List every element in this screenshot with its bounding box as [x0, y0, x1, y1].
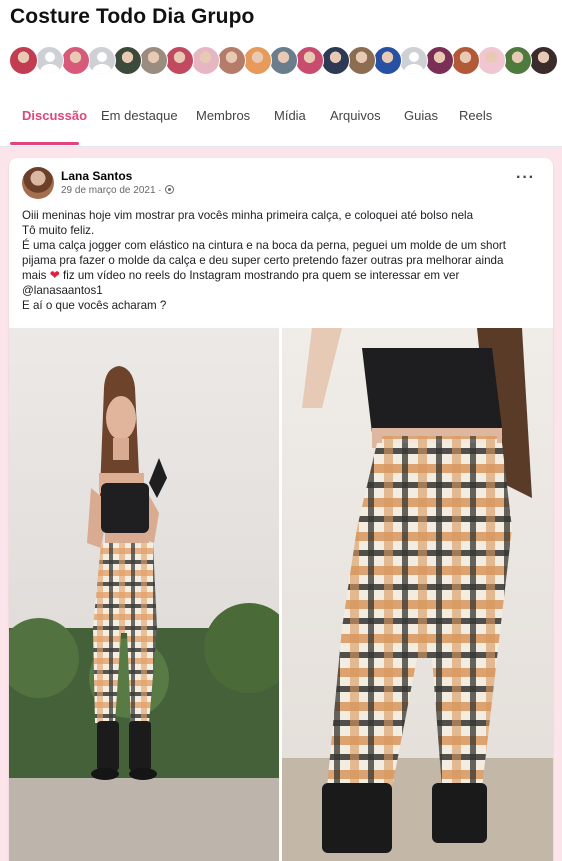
- author-name[interactable]: Lana Santos: [61, 169, 132, 183]
- tab-guides[interactable]: Guias: [404, 108, 438, 123]
- post-photo-front[interactable]: [9, 328, 279, 861]
- post-line: @lanasaantos1: [22, 284, 103, 297]
- tab-featured[interactable]: Em destaque: [101, 108, 178, 123]
- member-avatar[interactable]: [503, 46, 532, 75]
- post-line: mais ❤ fiz um vídeo no reels do Instagra…: [22, 268, 542, 283]
- active-tab-indicator: [10, 142, 79, 145]
- post-line-text: mais: [22, 269, 47, 282]
- post-body: Oiii meninas hoje vim mostrar pra vocês …: [22, 208, 542, 313]
- post-line: pijama pra fazer o molde da calça e deu …: [22, 254, 504, 267]
- post-card: Lana Santos 29 de março de 2021 · ··· Oi…: [9, 158, 553, 861]
- member-avatar[interactable]: [477, 46, 506, 75]
- tab-media[interactable]: Mídia: [274, 108, 306, 123]
- globe-icon: [164, 185, 174, 194]
- author-avatar[interactable]: [22, 167, 54, 199]
- member-avatar[interactable]: [191, 46, 220, 75]
- member-avatar[interactable]: [243, 46, 272, 75]
- member-avatar[interactable]: [9, 46, 38, 75]
- member-avatar[interactable]: [321, 46, 350, 75]
- member-avatar[interactable]: [451, 46, 480, 75]
- heart-icon: ❤: [49, 268, 60, 282]
- tab-files[interactable]: Arquivos: [330, 108, 381, 123]
- group-tabs: Discussão Em destaque Membros Mídia Arqu…: [0, 108, 562, 146]
- member-avatar[interactable]: [113, 46, 142, 75]
- post-photo-side[interactable]: [282, 328, 553, 861]
- post-line: Tô muito feliz.: [22, 224, 95, 237]
- member-avatar[interactable]: [165, 46, 194, 75]
- member-avatar[interactable]: [295, 46, 324, 75]
- member-avatar[interactable]: [425, 46, 454, 75]
- member-avatar[interactable]: [61, 46, 90, 75]
- member-avatar[interactable]: [347, 46, 376, 75]
- group-title[interactable]: Costure Todo Dia Grupo: [10, 5, 254, 29]
- member-avatars[interactable]: [9, 46, 558, 78]
- post-line-text: fiz um vídeo no reels do Instagram mostr…: [63, 269, 460, 282]
- post-line: Oiii meninas hoje vim mostrar pra vocês …: [22, 209, 474, 222]
- member-avatar[interactable]: [139, 46, 168, 75]
- tab-reels[interactable]: Reels: [459, 108, 492, 123]
- post-meta: 29 de março de 2021 ·: [61, 185, 174, 196]
- more-options-icon[interactable]: ···: [516, 170, 535, 186]
- member-avatar[interactable]: [373, 46, 402, 75]
- member-avatar-placeholder[interactable]: [399, 46, 428, 75]
- post-line: É uma calça jogger com elástico na cintu…: [22, 239, 506, 252]
- member-avatar-placeholder[interactable]: [87, 46, 116, 75]
- tab-discussion[interactable]: Discussão: [22, 108, 87, 123]
- member-avatar[interactable]: [269, 46, 298, 75]
- post-line: E aí o que vocês acharam ?: [22, 299, 167, 312]
- tab-members[interactable]: Membros: [196, 108, 250, 123]
- group-header: Costure Todo Dia Grupo Discussão Em dest…: [0, 0, 562, 146]
- member-avatar-placeholder[interactable]: [35, 46, 64, 75]
- member-avatar[interactable]: [217, 46, 246, 75]
- post-date[interactable]: 29 de março de 2021 ·: [61, 185, 162, 196]
- member-avatar[interactable]: [529, 46, 558, 75]
